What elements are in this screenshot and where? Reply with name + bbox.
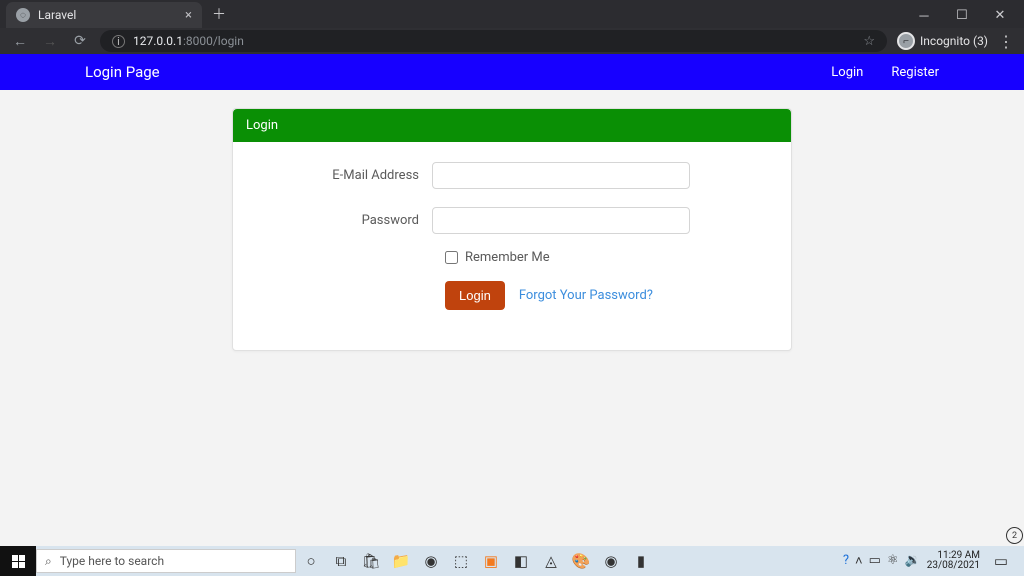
toolbar-row: ← → ⟳ i 127.0.0.1:8000/login ☆ ⌐ Incogni… [0, 28, 1024, 54]
task-view-icon[interactable]: ⧉ [326, 546, 356, 576]
xampp-icon[interactable]: ▣ [476, 546, 506, 576]
system-tray[interactable]: ? ˄ ▭ ⚛ 🔉 [843, 553, 921, 569]
dropbox-icon[interactable]: ⬚ [446, 546, 476, 576]
terminal-icon[interactable]: ▮ [626, 546, 656, 576]
tab-title: Laravel [38, 8, 76, 22]
card-header: Login [233, 109, 791, 142]
password-field[interactable] [432, 207, 690, 234]
window-close-icon[interactable]: ✕ [990, 6, 1010, 26]
windows-taskbar: ⌕ Type here to search ○ ⧉ 🛍 📁 ◉ ⬚ ▣ ◧ ◬ … [0, 546, 1024, 576]
tray-chevron-icon[interactable]: ˄ [855, 553, 863, 569]
email-field[interactable] [432, 162, 690, 189]
window-maximize-icon[interactable]: ☐ [952, 6, 972, 26]
site-info-icon[interactable]: i [112, 35, 125, 48]
bookmark-icon[interactable]: ☆ [863, 34, 875, 49]
window-minimize-icon[interactable]: ─ [914, 6, 934, 26]
incognito-label: Incognito (3) [920, 34, 988, 48]
chrome-active-icon[interactable]: ◉ [596, 546, 626, 576]
store-icon[interactable]: 🛍 [356, 546, 386, 576]
explorer-icon[interactable]: 📁 [386, 546, 416, 576]
email-label: E-Mail Address [247, 168, 432, 183]
taskbar-clock[interactable]: 11:29 AM 23/08/2021 [927, 551, 980, 571]
help-icon[interactable]: ? [843, 553, 849, 569]
close-tab-icon[interactable]: × [185, 8, 192, 23]
reload-button[interactable]: ⟳ [70, 31, 90, 51]
menu-kebab-icon[interactable]: ⋮ [998, 32, 1014, 51]
clock-date: 23/08/2021 [927, 561, 980, 571]
start-button[interactable] [0, 546, 36, 576]
paint-icon[interactable]: 🎨 [566, 546, 596, 576]
scroll-indicator: 2 [1006, 527, 1023, 544]
brave-icon[interactable]: ◬ [536, 546, 566, 576]
taskbar-search[interactable]: ⌕ Type here to search [36, 549, 296, 573]
wifi-icon[interactable]: ⚛ [887, 553, 899, 569]
app-navbar: Login Page Login Register [0, 54, 1024, 90]
password-label: Password [247, 213, 432, 228]
address-bar[interactable]: i 127.0.0.1:8000/login ☆ [100, 30, 887, 52]
incognito-indicator[interactable]: ⌐ Incognito (3) [897, 32, 988, 50]
browser-chrome: ◌ Laravel × ＋ ─ ☐ ✕ ← → ⟳ i 127.0.0.1:80… [0, 0, 1024, 54]
browser-tab[interactable]: ◌ Laravel × [6, 2, 202, 28]
login-button[interactable]: Login [445, 281, 505, 310]
tab-strip: ◌ Laravel × ＋ ─ ☐ ✕ [0, 0, 1024, 28]
url-host: 127.0.0.1 [133, 34, 183, 48]
remember-label: Remember Me [465, 250, 550, 265]
url-path: :8000/login [183, 34, 244, 48]
volume-icon[interactable]: 🔉 [905, 553, 921, 569]
viewport: Login Page Login Register Login E-Mail A… [0, 54, 1024, 546]
brand-title[interactable]: Login Page [85, 63, 160, 81]
login-card: Login E-Mail Address Password Remember M… [232, 108, 792, 351]
remember-checkbox[interactable] [445, 251, 458, 264]
nav-link-register[interactable]: Register [891, 65, 939, 80]
forward-button[interactable]: → [40, 31, 60, 51]
new-tab-button[interactable]: ＋ [212, 4, 226, 24]
globe-icon: ◌ [16, 8, 30, 22]
cortana-icon[interactable]: ○ [296, 546, 326, 576]
chrome-icon[interactable]: ◉ [416, 546, 446, 576]
search-placeholder: Type here to search [60, 554, 164, 568]
sublime-icon[interactable]: ◧ [506, 546, 536, 576]
windows-logo-icon [12, 555, 25, 568]
incognito-icon: ⌐ [897, 32, 915, 50]
battery-icon[interactable]: ▭ [869, 553, 881, 569]
notifications-icon[interactable]: ▭ [986, 546, 1016, 576]
back-button[interactable]: ← [10, 31, 30, 51]
nav-link-login[interactable]: Login [831, 65, 863, 80]
forgot-password-link[interactable]: Forgot Your Password? [519, 288, 653, 303]
search-icon: ⌕ [45, 554, 52, 569]
